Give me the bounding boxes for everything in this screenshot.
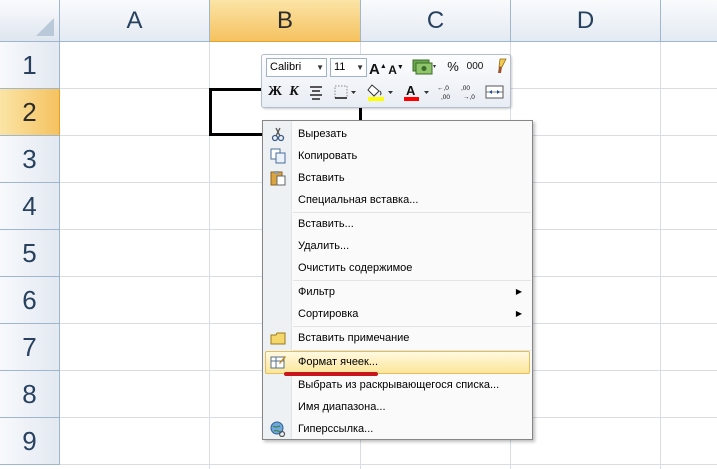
font-color-button[interactable]: A (402, 82, 432, 102)
decrease-decimal-icon: ,00 →,0 (461, 85, 475, 101)
align-center-icon (310, 86, 322, 100)
svg-text:→,0: →,0 (463, 94, 475, 101)
merge-cells-icon (485, 85, 504, 99)
fill-color-button[interactable] (366, 82, 396, 102)
menu-item-label: Удалить... (298, 240, 350, 252)
menu-item-label: Гиперссылка... (298, 423, 374, 435)
comment-icon (270, 330, 286, 346)
chevron-down-icon: ▼ (356, 63, 364, 72)
menu-item-sort[interactable]: Сортировка ▶ (265, 303, 530, 325)
shrink-font-button[interactable]: A▼ (388, 58, 404, 78)
format-cells-icon (270, 354, 286, 370)
column-header-b[interactable]: B (210, 0, 361, 42)
menu-item-label: Выбрать из раскрывающегося списка... (298, 379, 500, 391)
menu-item-label: Вставить... (298, 218, 354, 230)
column-header-e-partial[interactable] (661, 0, 717, 42)
select-all-corner[interactable] (0, 0, 60, 42)
accounting-format-icon (412, 59, 436, 75)
menu-item-paste-special[interactable]: Специальная вставка... (265, 189, 530, 211)
menu-item-clear-contents[interactable]: Очистить содержимое (265, 257, 530, 279)
menu-item-filter[interactable]: Фильтр ▶ (265, 281, 530, 303)
menu-item-label: Вырезать (298, 128, 347, 140)
row-header-7[interactable]: 7 (0, 324, 60, 371)
menu-item-copy[interactable]: Копировать (265, 145, 530, 167)
copy-icon (270, 148, 286, 164)
chevron-down-icon: ▼ (316, 63, 324, 72)
hyperlink-globe-icon (270, 421, 286, 438)
svg-text:←,0: ←,0 (437, 85, 449, 92)
row-header-6[interactable]: 6 (0, 277, 60, 324)
center-align-button[interactable] (307, 82, 325, 102)
menu-item-cut[interactable]: Вырезать (265, 123, 530, 145)
scissors-icon (270, 126, 286, 142)
menu-item-label: Имя диапазона... (298, 401, 386, 413)
format-painter-brush-icon (498, 58, 507, 73)
column-header-a[interactable]: A (60, 0, 210, 42)
menu-item-label: Специальная вставка... (298, 194, 419, 206)
menu-item-label: Сортировка (298, 308, 359, 320)
row-header-5[interactable]: 5 (0, 230, 60, 277)
menu-item-label: Очистить содержимое (298, 262, 413, 274)
borders-button[interactable] (332, 82, 360, 102)
increase-decimal-icon: ←,0 ,00 (437, 85, 450, 101)
percent-style-button[interactable]: % (445, 57, 461, 77)
select-all-triangle-icon (36, 18, 54, 36)
row-header-8[interactable]: 8 (0, 371, 60, 418)
increase-decimal-button[interactable]: ←,0 ,00 (434, 82, 456, 102)
row-header-4[interactable]: 4 (0, 183, 60, 230)
row-header-9[interactable]: 9 (0, 418, 60, 465)
menu-item-label: Вставить примечание (298, 332, 410, 344)
menu-item-pick-from-list[interactable]: Выбрать из раскрывающегося списка... (265, 374, 530, 396)
menu-item-name-range[interactable]: Имя диапазона... (265, 396, 530, 418)
column-header-d[interactable]: D (511, 0, 661, 42)
menu-item-delete[interactable]: Удалить... (265, 235, 530, 257)
menu-item-label: Вставить (298, 172, 345, 184)
menu-item-label: Фильтр (298, 286, 335, 298)
font-color-icon: A (404, 83, 429, 101)
row-header-2[interactable]: 2 (0, 89, 60, 136)
merge-center-button[interactable] (484, 82, 506, 102)
clipboard-paste-icon (270, 170, 286, 186)
menu-item-insert[interactable]: Вставить... (265, 213, 530, 235)
format-painter-button[interactable] (489, 56, 509, 76)
font-size-value: 11 (334, 61, 346, 73)
mini-toolbar: Calibri ▼ 11 ▼ A▲ A▼ % 000 Ж К A ←,0 ,00… (261, 54, 511, 108)
menu-item-label: Копировать (298, 150, 358, 162)
borders-icon (334, 85, 356, 99)
row-header-1[interactable]: 1 (0, 42, 60, 89)
bold-button[interactable]: Ж (267, 82, 283, 102)
column-header-c[interactable]: C (361, 0, 511, 42)
font-name-value: Calibri (270, 61, 302, 73)
font-name-select[interactable]: Calibri ▼ (266, 58, 327, 77)
menu-item-paste[interactable]: Вставить (265, 167, 530, 189)
fill-color-bucket-icon (367, 84, 393, 101)
svg-text:,00: ,00 (461, 85, 470, 92)
svg-text:A: A (406, 83, 416, 98)
submenu-arrow-icon: ▶ (515, 309, 522, 318)
submenu-arrow-icon: ▶ (515, 287, 522, 296)
font-size-select[interactable]: 11 ▼ (330, 58, 367, 77)
menu-item-hyperlink[interactable]: Гиперссылка... (265, 418, 530, 440)
grow-font-button[interactable]: A▲ (369, 57, 387, 78)
annotation-underline (284, 372, 378, 376)
menu-item-insert-comment[interactable]: Вставить примечание (265, 327, 530, 349)
row-header-3[interactable]: 3 (0, 136, 60, 183)
menu-item-format-cells[interactable]: Формат ячеек... (265, 351, 530, 374)
svg-text:,00: ,00 (441, 94, 450, 101)
menu-item-label: Формат ячеек... (298, 356, 379, 368)
accounting-format-button[interactable] (410, 57, 438, 77)
italic-button[interactable]: К (286, 82, 302, 102)
context-menu: Вырезать Копировать Вставить Специальная… (262, 120, 533, 440)
decrease-decimal-button[interactable]: ,00 →,0 (458, 82, 480, 102)
comma-style-button[interactable]: 000 (464, 57, 486, 77)
